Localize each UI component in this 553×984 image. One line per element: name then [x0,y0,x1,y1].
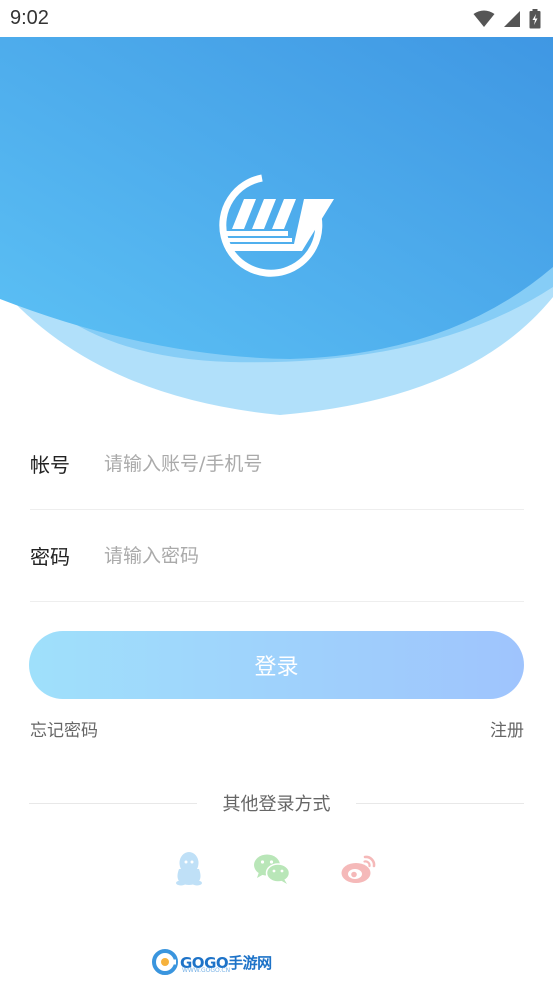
weibo-login-button[interactable] [340,850,378,888]
register-link[interactable]: 注册 [490,716,524,741]
qq-icon [176,852,202,886]
account-row: 帐号 [30,418,524,510]
login-button[interactable]: 登录 [29,631,524,699]
wechat-login-button[interactable] [253,850,291,888]
gogo-watermark: GOGO手游网 WWW.GOGO.CN [152,948,272,976]
status-time: 9:02 [10,7,49,29]
divider-left [29,803,197,804]
forgot-password-link[interactable]: 忘记密码 [30,716,98,741]
watermark-url: WWW.GOGO.CN [182,967,231,974]
status-icons [473,8,541,29]
account-label: 帐号 [30,453,70,477]
battery-charging-icon [529,8,541,28]
wechat-icon [254,854,291,884]
qq-login-button[interactable] [170,850,208,888]
divider-right [356,803,524,804]
signal-icon [504,10,520,27]
password-input[interactable] [104,544,524,567]
password-row: 密码 [30,510,524,602]
account-input[interactable] [104,452,524,475]
status-bar: 9:02 [0,0,553,37]
wifi-icon [473,10,495,27]
other-login-title: 其他登录方式 [222,794,331,815]
header-banner [0,37,553,437]
app-logo-icon [219,174,334,277]
gogo-logo-icon [152,949,178,975]
weibo-icon [341,855,376,883]
password-label: 密码 [30,545,70,569]
